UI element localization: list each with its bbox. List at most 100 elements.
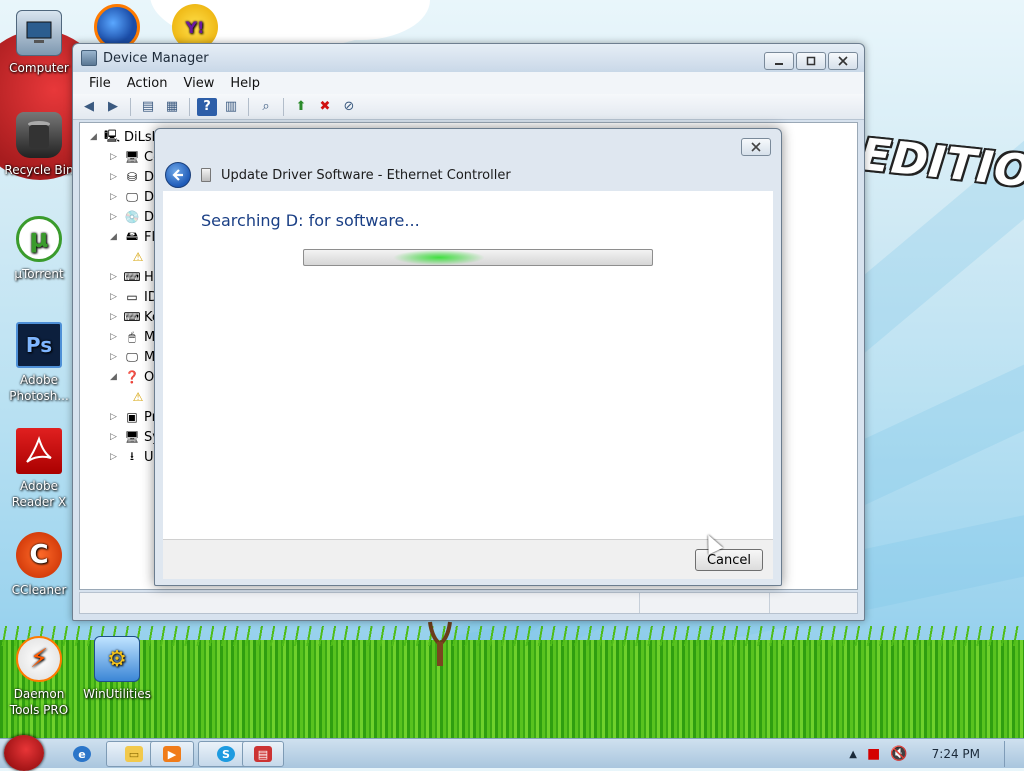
back-button[interactable] <box>165 162 191 188</box>
recycle-bin-icon <box>16 112 62 158</box>
tree-child-item[interactable]: ⚠ <box>130 387 150 407</box>
tree-item[interactable]: ▷ ⛁ Di <box>110 167 158 187</box>
desktop-icon-label: Daemon Tools PRO <box>9 687 69 717</box>
dvd-drive-icon: 💿 <box>124 210 140 224</box>
desktop-icon-photoshop[interactable]: Ps Adobe Photosh... <box>0 322 78 404</box>
tree-item[interactable]: ▷ 🖵 Di <box>110 187 158 207</box>
tree-item[interactable]: ▷ ⌨ Ke <box>110 307 160 327</box>
expand-arrow-icon[interactable]: ▷ <box>110 332 120 342</box>
media-player-icon: ▶ <box>163 746 181 762</box>
start-button[interactable] <box>4 735 44 771</box>
keyboard-icon: ⌨ <box>123 310 141 324</box>
tree-item[interactable]: ▷ ▭ ID <box>110 287 158 307</box>
dialog-header: Update Driver Software - Ethernet Contro… <box>163 159 773 191</box>
tree-item[interactable]: ▷ 🖥 Sy <box>110 427 160 447</box>
maximize-button[interactable] <box>796 52 826 70</box>
menu-help[interactable]: Help <box>224 76 266 91</box>
expand-arrow-icon[interactable]: ▷ <box>110 312 120 322</box>
properties-icon[interactable]: ▦ <box>162 98 182 116</box>
disable-device-icon[interactable]: ⊘ <box>339 98 359 116</box>
expand-arrow-icon[interactable]: ▷ <box>110 192 120 202</box>
other-devices-icon: ❓ <box>124 370 140 384</box>
taskbar: e ▭ ▶ S ▤ ▲ ■ 🔇 7:24 PM <box>0 735 1024 771</box>
dialog-close-button[interactable] <box>741 138 771 156</box>
tree-root[interactable]: ◢ 🖳 DiLsh <box>90 127 160 147</box>
display-adapter-icon: 🖵 <box>126 189 138 204</box>
expand-arrow-icon[interactable]: ▷ <box>110 212 120 222</box>
adobe-reader-icon <box>16 428 62 474</box>
show-hide-action-pane-icon[interactable]: ▥ <box>221 98 241 116</box>
utorrent-icon: µ <box>16 216 62 262</box>
collapse-arrow-icon[interactable]: ◢ <box>110 372 120 382</box>
expand-arrow-icon[interactable]: ▷ <box>110 352 120 362</box>
desktop-icon-label: CCleaner <box>11 583 67 597</box>
menu-bar: File Action View Help <box>73 72 864 94</box>
dialog-title: Update Driver Software - Ethernet Contro… <box>221 167 511 183</box>
cancel-button[interactable]: Cancel <box>695 549 763 571</box>
desktop-icon-computer[interactable]: Computer <box>0 10 78 76</box>
desktop-icon-ccleaner[interactable]: C CCleaner <box>0 532 78 598</box>
floppy-controller-icon: 🖴 <box>125 228 139 243</box>
progress-marquee-glow <box>394 250 484 265</box>
taskbar-device-manager-button[interactable]: ▤ <box>242 741 284 767</box>
desktop-icon-adobe-reader[interactable]: Adobe Reader X <box>0 428 78 510</box>
device-manager-titlebar[interactable]: Device Manager <box>73 44 864 72</box>
ide-controller-icon: ▭ <box>126 290 138 304</box>
processor-icon: ▣ <box>126 410 138 424</box>
desktop-icon-label: µTorrent <box>14 267 64 281</box>
system-tray: ▲ ■ 🔇 7:24 PM <box>849 739 1014 769</box>
tree-item[interactable]: ▷ ▣ Pr <box>110 407 157 427</box>
expand-arrow-icon[interactable]: ▷ <box>110 152 120 162</box>
daemon-tools-icon: ⚡ <box>16 636 62 682</box>
tree-child-item[interactable]: ⚠ <box>130 247 150 267</box>
tree-item[interactable]: ◢ 🖴 Fl <box>110 227 155 247</box>
taskbar-media-player-button[interactable]: ▶ <box>150 741 194 767</box>
expand-arrow-icon[interactable]: ▷ <box>110 432 120 442</box>
desktop-icon-label: Computer <box>9 61 69 75</box>
device-manager-icon <box>81 50 97 66</box>
desktop-icon-label: Adobe Reader X <box>11 479 67 509</box>
show-hidden-icons-arrow-icon[interactable]: ▲ <box>849 749 857 760</box>
desktop-icon-winutilities[interactable]: ⚙ WinUtilities <box>78 636 156 702</box>
uninstall-icon[interactable]: ✖ <box>315 98 335 116</box>
expand-arrow-icon[interactable]: ▷ <box>110 452 120 462</box>
menu-view[interactable]: View <box>177 76 220 91</box>
collapse-arrow-icon[interactable]: ◢ <box>110 232 120 242</box>
computer-icon: 🖳 <box>104 128 121 143</box>
show-desktop-button[interactable] <box>1004 741 1014 767</box>
update-driver-icon[interactable]: ⬆ <box>291 98 311 116</box>
clock[interactable]: 7:24 PM <box>932 747 980 761</box>
expand-arrow-icon[interactable]: ▷ <box>110 292 120 302</box>
action-center-flag-icon[interactable]: ■ <box>867 746 880 762</box>
help-icon[interactable]: ? <box>197 97 217 116</box>
expand-arrow-icon[interactable]: ▷ <box>110 272 120 282</box>
minimize-button[interactable] <box>764 52 794 70</box>
close-button[interactable] <box>828 52 858 70</box>
search-progress-bar <box>303 249 653 266</box>
desktop-icon-utorrent[interactable]: µ µTorrent <box>0 216 78 282</box>
menu-file[interactable]: File <box>83 76 117 91</box>
menu-action[interactable]: Action <box>121 76 174 91</box>
tree-item[interactable]: ▷ 🖱 Mi <box>110 327 159 347</box>
computer-icon <box>16 10 62 56</box>
back-arrow-icon[interactable]: ◀ <box>79 98 99 116</box>
warning-device-icon: ⚠ <box>132 390 144 404</box>
expand-arrow-icon[interactable]: ▷ <box>110 412 120 422</box>
volume-muted-icon[interactable]: 🔇 <box>890 746 907 762</box>
window-title: Device Manager <box>103 50 209 66</box>
monitor-icon: 🖵 <box>126 349 138 364</box>
search-status-text: Searching D: for software... <box>201 211 420 230</box>
computer-device-icon: 🖥 <box>124 150 140 164</box>
taskbar-ie-button[interactable]: e <box>56 741 108 767</box>
desktop-icon-daemon-tools[interactable]: ⚡ Daemon Tools PRO <box>0 636 78 718</box>
tree-item[interactable]: ◢ ❓ Ot <box>110 367 159 387</box>
photoshop-icon: Ps <box>16 322 62 368</box>
scan-hardware-icon[interactable]: ⌕ <box>256 98 276 116</box>
show-hide-console-tree-icon[interactable]: ▤ <box>138 98 158 116</box>
forward-arrow-icon[interactable]: ▶ <box>103 98 123 116</box>
ccleaner-icon: C <box>16 532 62 578</box>
expand-arrow-icon[interactable]: ▷ <box>110 172 120 182</box>
desktop-icon-recycle-bin[interactable]: Recycle Bin <box>0 112 78 178</box>
hid-icon: ⌨ <box>123 270 141 284</box>
collapse-arrow-icon[interactable]: ◢ <box>90 132 100 142</box>
